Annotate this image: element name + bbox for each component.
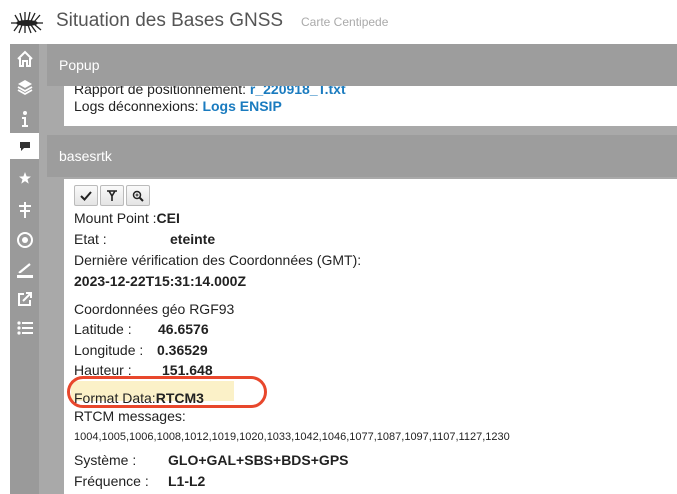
longitude-label: Longitude : bbox=[74, 342, 144, 358]
basesrtk-panel-body: Mount Point :CEI Etat : eteinte Dernière … bbox=[64, 179, 677, 494]
sidebar-item-comment[interactable] bbox=[10, 133, 39, 159]
star-icon bbox=[18, 172, 31, 184]
logs-link[interactable]: Logs ENSIP bbox=[202, 98, 281, 114]
coords-heading: Coordonnées géo RGF93 bbox=[74, 301, 235, 317]
centipede-logo-icon bbox=[10, 10, 44, 34]
annotation-ring bbox=[67, 376, 267, 408]
mount-point-value: CEI bbox=[156, 210, 180, 226]
validate-button[interactable] bbox=[74, 185, 98, 206]
antenna-icon bbox=[18, 202, 31, 218]
check-icon bbox=[80, 190, 92, 201]
mount-point-row: Mount Point :CEI bbox=[74, 210, 180, 226]
latitude-row: Latitude : 46.6576 bbox=[74, 321, 209, 337]
latitude-label: Latitude : bbox=[74, 321, 132, 337]
last-check-label: Dernière vérification des Coordonnées (G… bbox=[74, 252, 362, 268]
filter-button[interactable] bbox=[100, 185, 124, 206]
systeme-label: Système : bbox=[74, 452, 137, 468]
systeme-value: GLO+GAL+SBS+BDS+GPS bbox=[168, 452, 349, 468]
home-icon bbox=[16, 50, 33, 67]
longitude-row: Longitude : 0.36529 bbox=[74, 342, 208, 358]
frequence-row: Fréquence : L1-L2 bbox=[74, 473, 205, 489]
filter-icon bbox=[107, 189, 117, 201]
report-label: Rapport de positionnement: bbox=[74, 86, 246, 97]
list-icon bbox=[16, 321, 33, 335]
systeme-row: Système : GLO+GAL+SBS+BDS+GPS bbox=[74, 452, 349, 468]
sidebar-item-measure[interactable] bbox=[10, 257, 39, 283]
last-check-value: 2023-12-22T15:31:14.000Z bbox=[74, 273, 246, 289]
sidebar bbox=[10, 44, 39, 494]
info-icon bbox=[21, 111, 28, 127]
rtcm-value: 1004,1005,1006,1008,1012,1019,1020,1033,… bbox=[74, 431, 510, 443]
frequence-value: L1-L2 bbox=[168, 473, 206, 489]
zoom-icon bbox=[132, 190, 144, 202]
sidebar-item-antenna[interactable] bbox=[10, 197, 39, 223]
rtcm-label: RTCM messages: bbox=[74, 408, 186, 424]
popup-panel-body: Rapport de positionnement: r_220918_T.tx… bbox=[64, 86, 677, 126]
etat-value: eteinte bbox=[170, 231, 216, 247]
logs-line: Logs déconnexions: Logs ENSIP bbox=[74, 98, 282, 114]
sidebar-item-layers[interactable] bbox=[10, 74, 39, 100]
app-header: Situation des Bases GNSS Carte Centipede bbox=[0, 0, 677, 44]
sidebar-item-star[interactable] bbox=[10, 165, 39, 191]
sidebar-item-target[interactable] bbox=[10, 227, 39, 253]
sidebar-item-home[interactable] bbox=[10, 46, 39, 72]
report-link[interactable]: r_220918_T.txt bbox=[250, 86, 346, 97]
frequence-label: Fréquence : bbox=[74, 473, 149, 489]
etat-row: Etat : eteinte bbox=[74, 231, 215, 247]
content-area: Popup Rapport de positionnement: r_22091… bbox=[39, 44, 677, 494]
mount-point-label: Mount Point : bbox=[74, 210, 157, 226]
app-subtitle: Carte Centipede bbox=[301, 15, 389, 29]
sidebar-item-list[interactable] bbox=[10, 315, 39, 341]
basesrtk-panel-header[interactable]: basesrtk bbox=[47, 135, 677, 177]
sidebar-item-info[interactable] bbox=[10, 106, 39, 132]
last-check-timestamp: 2023-12-22T15:31:14.000Z bbox=[74, 273, 247, 289]
report-line: Rapport de positionnement: r_220918_T.tx… bbox=[74, 86, 346, 97]
popup-panel-header[interactable]: Popup bbox=[47, 44, 677, 86]
comment-icon bbox=[19, 142, 30, 151]
etat-label: Etat : bbox=[74, 231, 107, 247]
latitude-value: 46.6576 bbox=[158, 321, 209, 337]
share-icon bbox=[17, 292, 32, 306]
zoom-button[interactable] bbox=[126, 185, 150, 206]
sidebar-item-share[interactable] bbox=[10, 286, 39, 312]
app-title: Situation des Bases GNSS bbox=[56, 10, 284, 31]
logs-label: Logs déconnexions: bbox=[74, 98, 199, 114]
layers-icon bbox=[17, 80, 32, 96]
measure-icon bbox=[16, 263, 33, 278]
feature-toolbar bbox=[74, 185, 152, 206]
target-icon bbox=[16, 232, 33, 248]
longitude-value: 0.36529 bbox=[157, 342, 208, 358]
